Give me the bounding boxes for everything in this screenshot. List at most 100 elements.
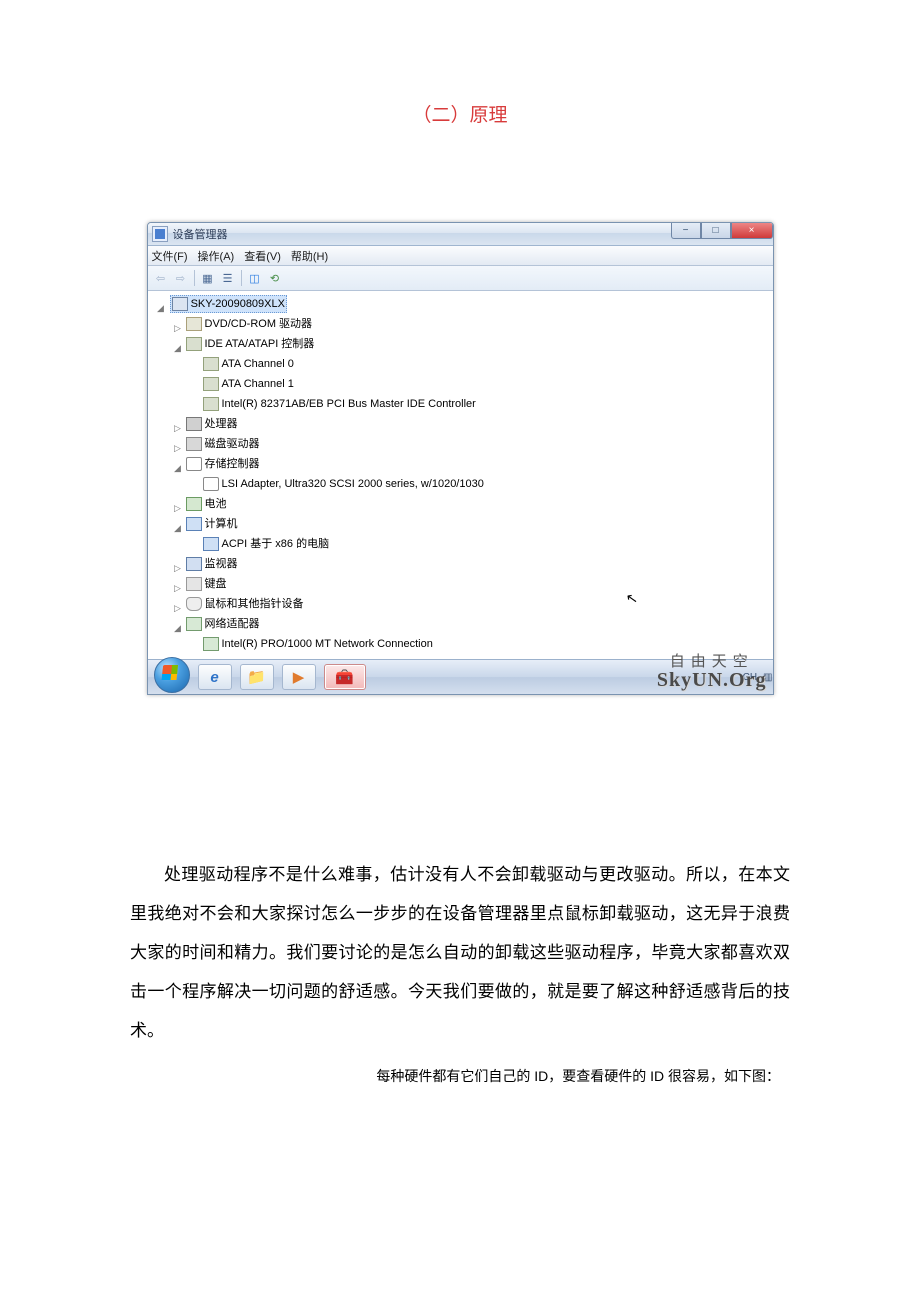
expand-toggle[interactable]: ◢: [173, 460, 183, 476]
properties-button[interactable]: ☰: [219, 269, 237, 287]
tree-node-ide[interactable]: IDE ATA/ATAPI 控制器: [184, 336, 317, 352]
expand-toggle[interactable]: ▷: [173, 560, 183, 576]
taskbar-mediaplayer-button[interactable]: ▶: [282, 664, 316, 690]
tree-root-label: SKY-20090809XLX: [191, 296, 285, 312]
menu-file[interactable]: 文件(F): [152, 248, 188, 264]
tree-node-computer-cat[interactable]: 计算机: [184, 516, 240, 532]
computer-icon: [172, 297, 188, 311]
tree-node-mouse[interactable]: 鼠标和其他指针设备: [184, 596, 306, 612]
tree-node-keyboard[interactable]: 键盘: [184, 576, 229, 592]
menu-help[interactable]: 帮助(H): [291, 248, 328, 264]
controller-icon: [186, 337, 202, 351]
window-title: 设备管理器: [173, 226, 228, 242]
tree-node-storage[interactable]: 存储控制器: [184, 456, 262, 472]
expand-toggle[interactable]: ▷: [173, 580, 183, 596]
tree-node-monitor[interactable]: 监视器: [184, 556, 240, 572]
controller-icon: [203, 357, 219, 371]
disk-icon: [186, 437, 202, 451]
nav-back-button[interactable]: ⇦: [152, 269, 170, 287]
device-tree-pane: ◢ SKY-20090809XLX ▷ DVD/CD-ROM 驱动器 ◢ IDE A…: [148, 291, 773, 654]
expand-toggle[interactable]: ◢: [173, 620, 183, 636]
tree-node-ide-controller[interactable]: Intel(R) 82371AB/EB PCI Bus Master IDE C…: [201, 396, 478, 412]
tree-label: 计算机: [205, 516, 238, 532]
taskbar-explorer-button[interactable]: 📁: [240, 664, 274, 690]
storage-icon: [203, 477, 219, 491]
tree-label: LSI Adapter, Ultra320 SCSI 2000 series, …: [222, 476, 484, 492]
app-icon: [152, 226, 168, 242]
tree-label: 鼠标和其他指针设备: [205, 596, 304, 612]
menu-view[interactable]: 查看(V): [244, 248, 281, 264]
close-button[interactable]: ×: [731, 222, 773, 239]
dvd-icon: [186, 317, 202, 331]
toolbar-separator: [241, 270, 242, 286]
tray-language-indicator[interactable]: CH: [743, 672, 757, 683]
controller-icon: [203, 377, 219, 391]
refresh-button[interactable]: ⟲: [266, 269, 284, 287]
tree-label: 网络适配器: [205, 616, 260, 632]
start-button[interactable]: [154, 657, 190, 693]
tree-node-diskdrive[interactable]: 磁盘驱动器: [184, 436, 262, 452]
storage-icon: [186, 457, 202, 471]
tree-label: 监视器: [205, 556, 238, 572]
show-hidden-button[interactable]: ▦: [199, 269, 217, 287]
controller-icon: [203, 397, 219, 411]
system-tray[interactable]: CH ▥: [743, 672, 773, 683]
mouse-icon: [186, 597, 202, 611]
menu-bar: 文件(F) 操作(A) 查看(V) 帮助(H): [148, 246, 773, 266]
tree-label: ATA Channel 0: [222, 356, 294, 372]
tray-network-icon[interactable]: ▥: [763, 672, 772, 683]
network-icon: [186, 617, 202, 631]
keyboard-icon: [186, 577, 202, 591]
maximize-button[interactable]: □: [701, 222, 731, 239]
article-caption: 每种硬件都有它们自己的 ID，要查看硬件的 ID 很容易，如下图：: [130, 1066, 790, 1086]
tree-node-intel-nic[interactable]: Intel(R) PRO/1000 MT Network Connection: [201, 636, 435, 652]
tree-node-ata0[interactable]: ATA Channel 0: [201, 356, 296, 372]
tree-label: 磁盘驱动器: [205, 436, 260, 452]
tree-root-computer[interactable]: SKY-20090809XLX: [170, 295, 287, 313]
tree-label: 存储控制器: [205, 456, 260, 472]
tree-node-ata1[interactable]: ATA Channel 1: [201, 376, 296, 392]
scan-hardware-button[interactable]: ◫: [246, 269, 264, 287]
section-heading: （二）原理: [130, 100, 790, 127]
battery-icon: [186, 497, 202, 511]
tree-label: ATA Channel 1: [222, 376, 294, 392]
menu-action[interactable]: 操作(A): [198, 248, 235, 264]
monitor-icon: [186, 557, 202, 571]
computer-category-icon: [203, 537, 219, 551]
expand-toggle[interactable]: ▷: [173, 420, 183, 436]
tree-label: 处理器: [205, 416, 238, 432]
tree-label: DVD/CD-ROM 驱动器: [205, 316, 313, 332]
toolbar: ⇦ ⇨ ▦ ☰ ◫ ⟲: [148, 266, 773, 291]
tree-node-acpi-x86[interactable]: ACPI 基于 x86 的电脑: [201, 536, 332, 552]
expand-toggle[interactable]: ◢: [173, 520, 183, 536]
taskbar-region: e 📁 ▶ 🧰 CH ▥ 自由天空 SkyUN.Org: [148, 654, 773, 694]
expand-toggle[interactable]: ▷: [173, 600, 183, 616]
tree-node-network[interactable]: 网络适配器: [184, 616, 262, 632]
nav-forward-button[interactable]: ⇨: [172, 269, 190, 287]
expand-toggle[interactable]: ▷: [173, 500, 183, 516]
tree-label: 键盘: [205, 576, 227, 592]
mouse-cursor-icon: ↖: [624, 589, 639, 608]
tree-node-dvd[interactable]: DVD/CD-ROM 驱动器: [184, 316, 315, 332]
expand-toggle[interactable]: ◢: [156, 300, 166, 316]
tree-node-cpu[interactable]: 处理器: [184, 416, 240, 432]
tree-label: 电池: [205, 496, 227, 512]
toolbar-separator: [194, 270, 195, 286]
taskbar: e 📁 ▶ 🧰 CH ▥: [148, 659, 773, 694]
taskbar-ie-button[interactable]: e: [198, 664, 232, 690]
minimize-button[interactable]: −: [671, 222, 701, 239]
device-manager-screenshot: 设备管理器 − □ × 文件(F) 操作(A) 查看(V) 帮助(H) ⇦ ⇨ …: [147, 222, 774, 695]
article-body: 处理驱动程序不是什么难事，估计没有人不会卸载驱动与更改驱动。所以，在本文里我绝对…: [130, 855, 790, 1050]
cpu-icon: [186, 417, 202, 431]
article-paragraph: 处理驱动程序不是什么难事，估计没有人不会卸载驱动与更改驱动。所以，在本文里我绝对…: [130, 855, 790, 1050]
taskbar-active-app-button[interactable]: 🧰: [324, 664, 366, 690]
expand-toggle[interactable]: ▷: [173, 320, 183, 336]
expand-toggle[interactable]: ◢: [173, 340, 183, 356]
tree-node-battery[interactable]: 电池: [184, 496, 229, 512]
expand-toggle[interactable]: ▷: [173, 440, 183, 456]
window-titlebar[interactable]: 设备管理器 − □ ×: [148, 223, 773, 246]
tree-label: Intel(R) PRO/1000 MT Network Connection: [222, 636, 433, 652]
tree-label: IDE ATA/ATAPI 控制器: [205, 336, 315, 352]
tree-node-lsi-adapter[interactable]: LSI Adapter, Ultra320 SCSI 2000 series, …: [201, 476, 486, 492]
tree-label: Intel(R) 82371AB/EB PCI Bus Master IDE C…: [222, 396, 476, 412]
